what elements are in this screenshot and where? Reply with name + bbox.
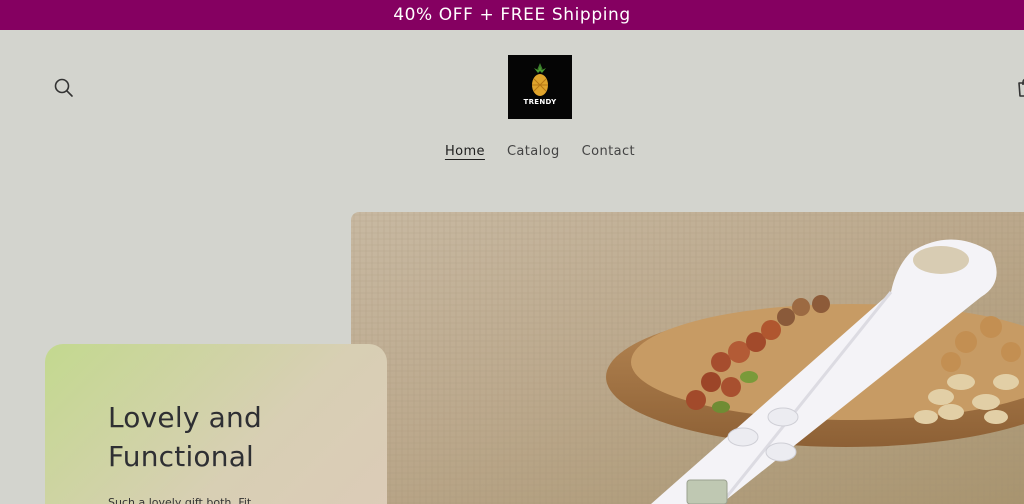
hero-image	[351, 212, 1024, 504]
nav-item-catalog[interactable]: Catalog	[507, 144, 560, 166]
hero-text-card: Lovely and Functional Such a lovely gift…	[45, 344, 387, 504]
announcement-text: 40% OFF + FREE Shipping	[393, 5, 631, 25]
announcement-bar: 40% OFF + FREE Shipping	[0, 0, 1024, 30]
logo-text: TRENDY	[523, 98, 557, 106]
main-nav: Home Catalog Contact	[0, 144, 1024, 166]
nav-item-home[interactable]: Home	[445, 144, 485, 166]
cart-button[interactable]	[1014, 76, 1024, 100]
cart-icon	[1018, 78, 1024, 97]
nav-item-contact[interactable]: Contact	[582, 144, 635, 166]
search-button[interactable]	[53, 77, 75, 99]
hero-illustration	[351, 212, 1024, 504]
hero-title-line-2: Functional	[108, 440, 255, 473]
hero-title: Lovely and Functional	[108, 398, 368, 476]
hero-title-line-1: Lovely and	[108, 401, 262, 434]
hero-subtitle: Such a lovely gift both. Fit	[108, 496, 252, 504]
pineapple-icon	[532, 63, 548, 96]
search-icon	[54, 78, 73, 97]
store-logo[interactable]: TRENDY	[508, 55, 572, 119]
